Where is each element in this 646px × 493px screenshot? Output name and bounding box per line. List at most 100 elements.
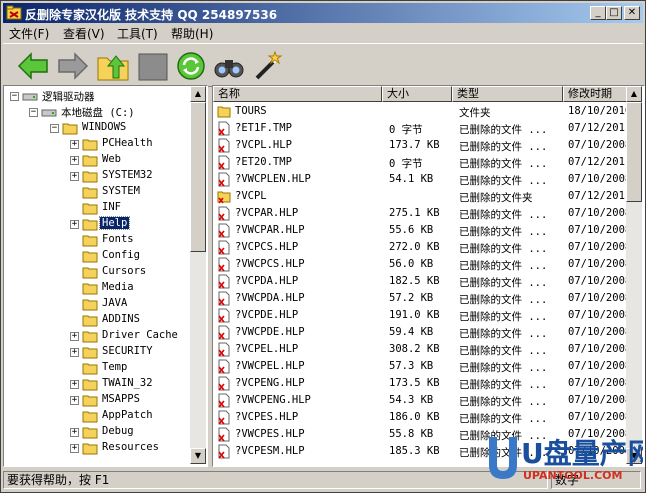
expand-toggle[interactable]: + [70, 348, 79, 357]
folder-tree[interactable]: − 逻辑驱动器 − 本地磁盘 (C:) − WINDOWS + PCHealth + Web + SY… [3, 85, 208, 467]
file-size: 173.5 KB [389, 377, 440, 389]
menu-file[interactable]: 文件(F) [9, 25, 49, 42]
tree-item[interactable]: SYSTEM [4, 184, 190, 200]
wizard-button[interactable] [249, 48, 285, 84]
file-row[interactable]: ?VCPES.HLP 186.0 KB 已删除的文件 ... 07/10/2008 [213, 409, 631, 426]
up-folder-button[interactable] [95, 48, 131, 84]
minimize-button[interactable]: _ [590, 6, 606, 20]
tree-item[interactable]: INF [4, 200, 190, 216]
scroll-up-button[interactable]: ▲ [190, 86, 206, 102]
expand-toggle[interactable]: + [70, 220, 79, 229]
folder-icon [82, 315, 98, 327]
file-row[interactable]: ?VCPENG.HLP 173.5 KB 已删除的文件 ... 07/10/2008 [213, 375, 631, 392]
tree-item[interactable]: + Driver Cache [4, 328, 190, 344]
tree-item[interactable]: + Debug [4, 424, 190, 440]
list-scrollbar[interactable]: ▲ ▼ [626, 86, 642, 464]
tree-item[interactable]: + SECURITY [4, 344, 190, 360]
tree-item[interactable]: + Web [4, 152, 190, 168]
scroll-down-button[interactable]: ▼ [190, 448, 206, 464]
scroll-thumb[interactable] [626, 102, 642, 202]
expand-toggle[interactable]: + [70, 396, 79, 405]
close-button[interactable]: ✕ [624, 6, 640, 20]
file-size: 54.3 KB [389, 394, 434, 406]
menu-view[interactable]: 查看(V) [63, 25, 105, 42]
folder-icon [82, 427, 98, 439]
deleted-file-icon [218, 376, 230, 391]
tree-item[interactable]: + Resources [4, 440, 190, 456]
tree-item[interactable]: − 逻辑驱动器 [4, 88, 190, 104]
menu-help[interactable]: 帮助(H) [171, 25, 213, 42]
file-row[interactable]: ?VWCPEL.HLP 57.3 KB 已删除的文件 ... 07/10/2008 [213, 358, 631, 375]
file-list[interactable]: 名称 大小 类型 修改时期 TOURS 文件夹 18/10/2010 ?ET1F.TM… [212, 85, 645, 467]
tree-item[interactable]: JAVA [4, 296, 190, 312]
expand-toggle[interactable]: + [70, 140, 79, 149]
tree-item[interactable]: Media [4, 280, 190, 296]
tree-item[interactable]: + SYSTEM32 [4, 168, 190, 184]
expand-toggle[interactable]: + [70, 444, 79, 453]
tree-item[interactable]: + MSAPPS [4, 392, 190, 408]
tree-item[interactable]: + TWAIN_32 [4, 376, 190, 392]
folder-icon [82, 283, 98, 295]
file-row[interactable]: ?VCPEL.HLP 308.2 KB 已删除的文件 ... 07/10/2008 [213, 341, 631, 358]
tree-scrollbar[interactable]: ▲ ▼ [190, 86, 206, 464]
file-row[interactable]: ?VWCPDE.HLP 59.4 KB 已删除的文件 ... 07/10/2008 [213, 324, 631, 341]
file-row[interactable]: ?VCPDA.HLP 182.5 KB 已删除的文件 ... 07/10/2008 [213, 273, 631, 290]
file-row[interactable]: ?VWCPLEN.HLP 54.1 KB 已删除的文件 ... 07/10/2008 [213, 171, 631, 188]
file-type: 已删除的文件 ... [459, 277, 548, 289]
tree-item[interactable]: − 本地磁盘 (C:) [4, 104, 190, 120]
tree-item[interactable]: AppPatch [4, 408, 190, 424]
file-row[interactable]: ?VWCPCS.HLP 56.0 KB 已删除的文件 ... 07/10/2008 [213, 256, 631, 273]
back-button[interactable] [15, 48, 51, 84]
file-row[interactable]: ?VCPL.HLP 173.7 KB 已删除的文件 ... 07/10/2008 [213, 137, 631, 154]
tree-item[interactable]: + PCHealth [4, 136, 190, 152]
file-row[interactable]: ?VCPAR.HLP 275.1 KB 已删除的文件 ... 07/10/2008 [213, 205, 631, 222]
collapse-toggle[interactable]: − [10, 92, 19, 101]
forward-button[interactable] [55, 48, 91, 84]
file-type: 已删除的文件 ... [459, 141, 548, 153]
menu-tools[interactable]: 工具(T) [117, 25, 158, 42]
file-row[interactable]: ?ET20.TMP 0 字节 已删除的文件 ... 07/12/201 [213, 154, 631, 171]
tree-item[interactable]: − WINDOWS [4, 120, 190, 136]
column-header-name[interactable]: 名称 [213, 86, 382, 102]
expand-toggle[interactable]: + [70, 380, 79, 389]
expand-toggle[interactable]: + [70, 156, 79, 165]
tree-item[interactable]: Cursors [4, 264, 190, 280]
title-bar[interactable]: 反删除专家汉化版 技术支持 QQ 254897536 _ □ ✕ [3, 3, 643, 23]
scroll-up-button[interactable]: ▲ [626, 86, 642, 102]
folder-icon [82, 235, 98, 247]
maximize-button[interactable]: □ [606, 6, 622, 20]
file-row[interactable]: ?ET1F.TMP 0 字节 已删除的文件 ... 07/12/201 [213, 120, 631, 137]
column-header-date[interactable]: 修改时期 [563, 86, 631, 102]
recycle-refresh-button[interactable] [173, 48, 209, 84]
blank-button[interactable] [135, 48, 171, 84]
toolbar [3, 43, 643, 87]
folder-icon [82, 379, 98, 391]
expand-toggle[interactable]: + [70, 428, 79, 437]
column-header-type[interactable]: 类型 [452, 86, 563, 102]
file-row[interactable]: ?VCPCS.HLP 272.0 KB 已删除的文件 ... 07/10/2008 [213, 239, 631, 256]
file-size: 56.0 KB [389, 258, 434, 270]
expand-toggle[interactable]: + [70, 332, 79, 341]
file-date: 07/10/2008 [568, 360, 631, 372]
folder-icon [62, 123, 78, 135]
file-row[interactable]: TOURS 文件夹 18/10/2010 [213, 103, 631, 120]
back-icon [17, 52, 48, 80]
scroll-thumb[interactable] [190, 102, 206, 252]
expand-toggle[interactable]: + [70, 172, 79, 181]
collapse-toggle[interactable]: − [50, 124, 59, 133]
column-header-size[interactable]: 大小 [382, 86, 452, 102]
tree-item[interactable]: Fonts [4, 232, 190, 248]
file-row[interactable]: ?VWCPENG.HLP 54.3 KB 已删除的文件 ... 07/10/2008 [213, 392, 631, 409]
tree-item[interactable]: Config [4, 248, 190, 264]
tree-item[interactable]: ADDINS [4, 312, 190, 328]
file-row[interactable]: ?VCPDE.HLP 191.0 KB 已删除的文件 ... 07/10/2008 [213, 307, 631, 324]
file-row[interactable]: ?VWCPAR.HLP 55.6 KB 已删除的文件 ... 07/10/2008 [213, 222, 631, 239]
search-button[interactable] [211, 48, 247, 84]
file-row[interactable]: ?VCPL 已删除的文件夹 07/12/201 [213, 188, 631, 205]
tree-item[interactable]: + Help [4, 216, 190, 232]
tree-item[interactable]: Temp [4, 360, 190, 376]
collapse-toggle[interactable]: − [29, 108, 38, 117]
tree-item-label: Resources [102, 441, 159, 453]
file-date: 07/10/2008 [568, 275, 631, 287]
file-row[interactable]: ?VWCPDA.HLP 57.2 KB 已删除的文件 ... 07/10/2008 [213, 290, 631, 307]
